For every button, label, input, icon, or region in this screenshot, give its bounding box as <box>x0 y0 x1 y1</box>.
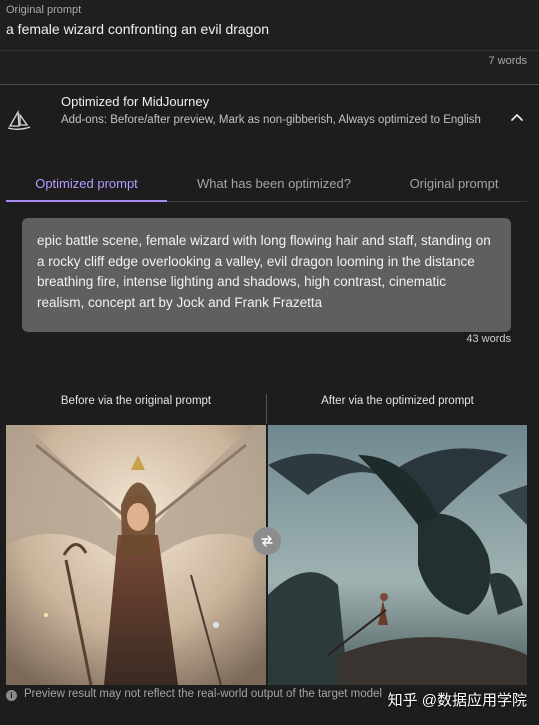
before-preview-image <box>6 425 266 685</box>
preview-disclaimer-text: Preview result may not reflect the real-… <box>24 688 382 700</box>
prompt-tabs: Optimized prompt What has been optimized… <box>6 168 527 202</box>
tab-original-prompt[interactable]: Original prompt <box>386 168 522 200</box>
comparison-divider <box>266 394 267 424</box>
midjourney-sailboat-icon <box>6 107 32 133</box>
tab-what-optimized[interactable]: What has been optimized? <box>176 168 372 200</box>
optimization-title: Optimized for MidJourney <box>61 94 210 109</box>
original-prompt-text[interactable]: a female wizard confronting an evil drag… <box>6 21 269 37</box>
original-word-count: 7 words <box>488 55 527 67</box>
original-prompt-label: Original prompt <box>6 4 82 16</box>
before-label: Before via the original prompt <box>60 395 212 407</box>
after-label: After via the optimized prompt <box>321 395 474 407</box>
tab-optimized-prompt[interactable]: Optimized prompt <box>6 168 167 200</box>
optimization-header[interactable]: Optimized for MidJourney Add-ons: Before… <box>0 85 539 155</box>
info-icon: i <box>6 690 17 701</box>
optimized-word-count: 43 words <box>466 333 511 345</box>
chevron-up-icon[interactable] <box>509 109 525 125</box>
after-preview-image <box>268 425 527 685</box>
original-prompt-divider <box>0 50 539 51</box>
optimization-addons: Add-ons: Before/after preview, Mark as n… <box>61 114 481 126</box>
original-prompt-section: Original prompt a female wizard confront… <box>0 0 539 84</box>
swap-arrows-icon[interactable] <box>253 527 281 555</box>
watermark: 知乎 @数据应用学院 <box>387 692 527 709</box>
optimized-prompt-text[interactable]: epic battle scene, female wizard with lo… <box>22 218 511 332</box>
active-tab-indicator <box>6 200 167 202</box>
